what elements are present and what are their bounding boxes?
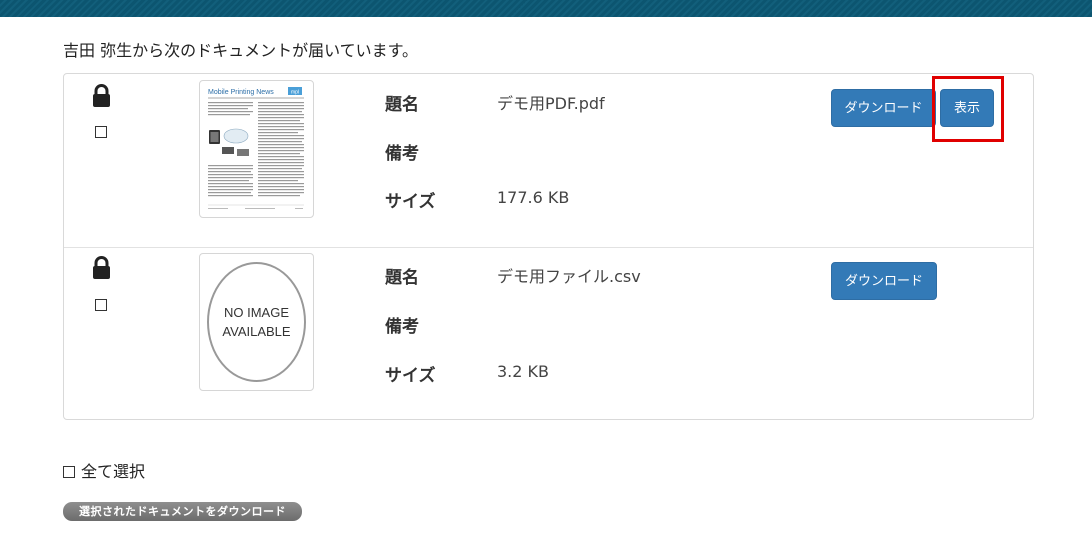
size-label: サイズ <box>385 366 436 386</box>
size-value: 177.6 KB <box>497 188 570 207</box>
highlight-box <box>932 76 1004 142</box>
thumbnail-logo: mpl <box>291 90 299 96</box>
download-selected-button[interactable]: 選択されたドキュメントをダウンロード <box>63 502 302 521</box>
thumbnail-header: Mobile Printing News <box>208 89 274 96</box>
title-label: 題名 <box>385 268 419 288</box>
select-all[interactable]: 全て選択 <box>63 458 145 482</box>
document-thumbnail[interactable]: Mobile Printing News mpl <box>199 80 314 218</box>
size-label: サイズ <box>385 192 436 212</box>
document-row: NO IMAGE AVAILABLE 題名 デモ用ファイル.csv 備考 サイズ… <box>64 248 1033 421</box>
page-heading: 吉田 弥生から次のドキュメントが届いています。 <box>63 41 419 60</box>
title-value: デモ用PDF.pdf <box>497 94 605 113</box>
title-label: 題名 <box>385 95 419 115</box>
download-button[interactable]: ダウンロード <box>831 262 937 300</box>
top-banner <box>0 0 1092 17</box>
document-row: Mobile Printing News mpl 題名 デモ用PDF.pdf 備… <box>64 74 1033 248</box>
note-label: 備考 <box>385 144 419 164</box>
document-thumbnail[interactable]: NO IMAGE AVAILABLE <box>199 253 314 391</box>
download-button[interactable]: ダウンロード <box>831 89 936 127</box>
no-image-placeholder: NO IMAGE AVAILABLE <box>207 262 306 382</box>
select-all-label: 全て選択 <box>81 462 146 481</box>
select-all-checkbox[interactable] <box>63 466 75 478</box>
lock-icon <box>93 84 110 107</box>
pdf-preview-image: Mobile Printing News mpl <box>208 87 304 209</box>
no-image-line1: NO IMAGE <box>223 305 289 320</box>
document-checkbox[interactable] <box>95 126 107 138</box>
title-value: デモ用ファイル.csv <box>497 267 641 286</box>
lock-icon <box>93 256 110 279</box>
document-list-panel: Mobile Printing News mpl 題名 デモ用PDF.pdf 備… <box>63 73 1034 420</box>
note-label: 備考 <box>385 317 419 337</box>
no-image-line2: AVAILABLE <box>222 324 291 339</box>
size-value: 3.2 KB <box>497 362 549 381</box>
document-checkbox[interactable] <box>95 299 107 311</box>
